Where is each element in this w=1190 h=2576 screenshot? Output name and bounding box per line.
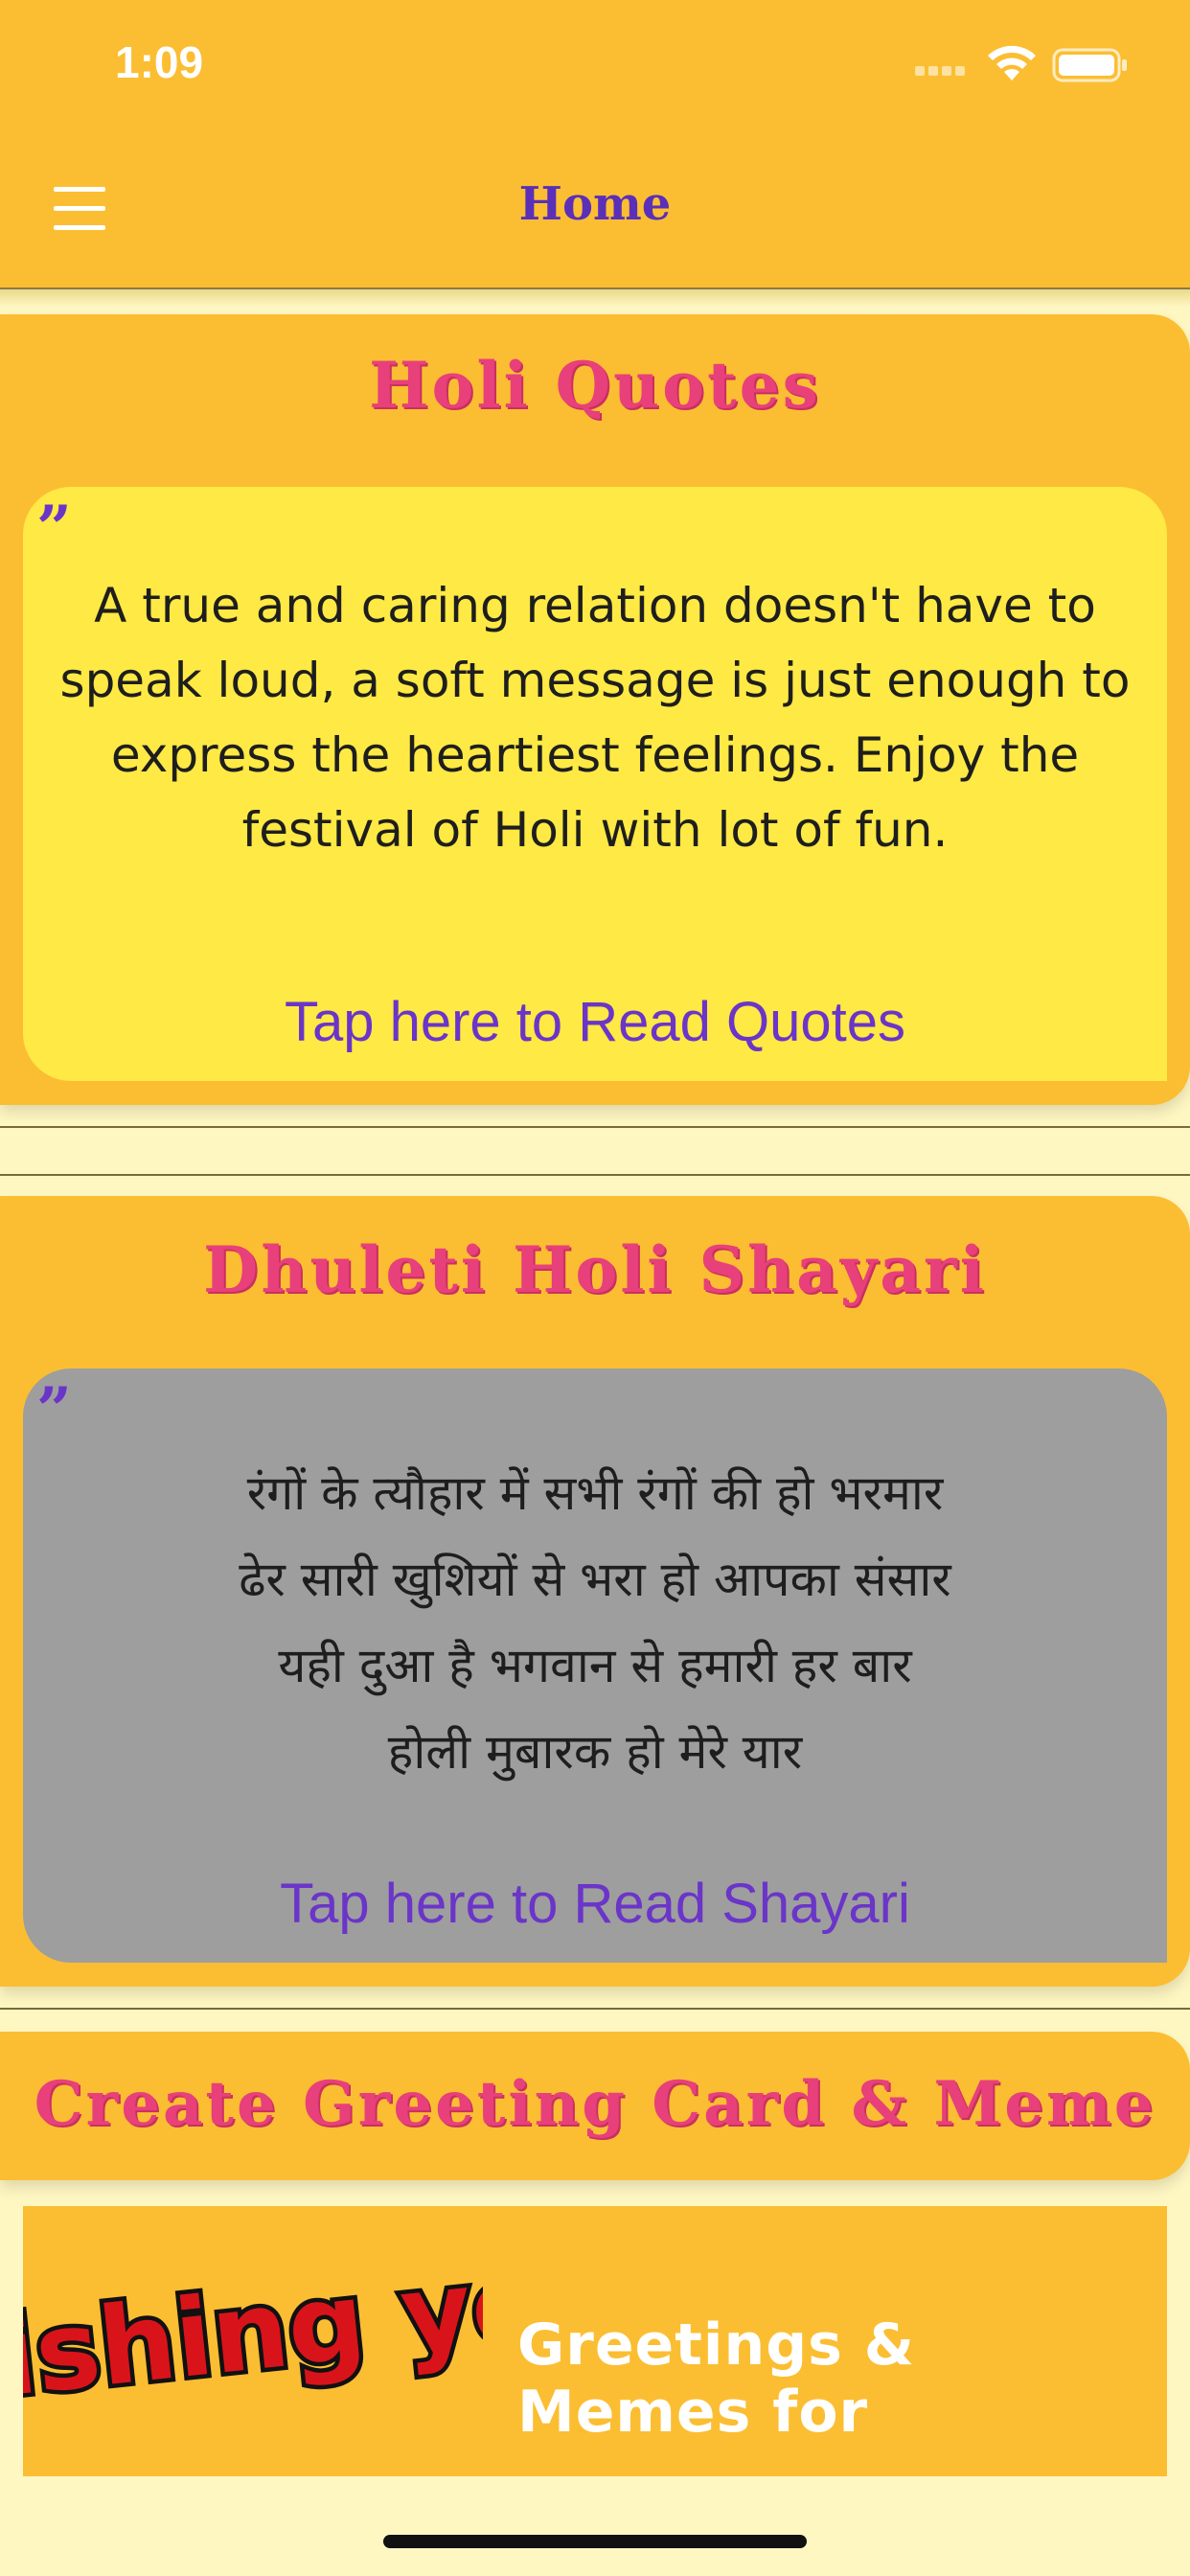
quote-mark-icon: ” (36, 493, 72, 564)
divider (0, 2008, 1190, 2010)
shayari-card[interactable]: ” रंगों के त्यौहार में सभी रंगों की हो भ… (23, 1368, 1167, 1963)
shayari-section: Dhuleti Holi Shayari ” रंगों के त्यौहार … (0, 1196, 1190, 1987)
shayari-line: ढेर सारी खुशियों से भरा हो आपका संसार (239, 1552, 951, 1607)
banner-art-text: Wishing you (23, 2232, 483, 2433)
shayari-line: यही दुआ है भगवान से हमारी हर बार (278, 1638, 912, 1693)
wishing-you-image: Wishing you (23, 2227, 483, 2437)
wifi-icon (988, 45, 1036, 80)
status-time: 1:09 (115, 37, 204, 87)
signal-icon (915, 61, 973, 76)
quote-card[interactable]: ” A true and caring relation doesn't hav… (23, 487, 1167, 1081)
shayari-section-title: Dhuleti Holi Shayari (203, 1232, 987, 1307)
read-quotes-link[interactable]: Tap here to Read Quotes (23, 990, 1167, 1054)
quotes-section-title: Holi Quotes (369, 348, 821, 423)
shayari-line: रंगों के त्यौहार में सभी रंगों की हो भरम… (246, 1465, 944, 1521)
shayari-line: होली मुबारक हो मेरे यार (387, 1724, 803, 1780)
greeting-section[interactable]: Create Greeting Card & Meme (0, 2032, 1190, 2180)
page-title: Home (518, 177, 672, 231)
read-shayari-link[interactable]: Tap here to Read Shayari (23, 1872, 1167, 1936)
nav-shadow (0, 289, 1190, 307)
status-bar: 1:09 (0, 0, 1190, 134)
banner-text: Greetings & Memes for (517, 2312, 916, 2446)
shayari-text: रंगों के त्यौहार में सभी रंगों की हो भरम… (52, 1450, 1138, 1795)
quotes-section: Holi Quotes ” A true and caring relation… (0, 314, 1190, 1105)
home-indicator (383, 2535, 807, 2548)
greeting-section-title: Create Greeting Card & Meme (34, 2068, 1156, 2140)
battery-icon (1052, 48, 1127, 82)
divider (0, 1126, 1190, 1128)
navigation-bar: Home (0, 134, 1190, 289)
quote-mark-icon: ” (36, 1374, 72, 1446)
quote-text: A true and caring relation doesn't have … (59, 578, 1131, 858)
divider (0, 1174, 1190, 1176)
greeting-banner[interactable]: Wishing you Greetings & Memes for (23, 2206, 1167, 2476)
